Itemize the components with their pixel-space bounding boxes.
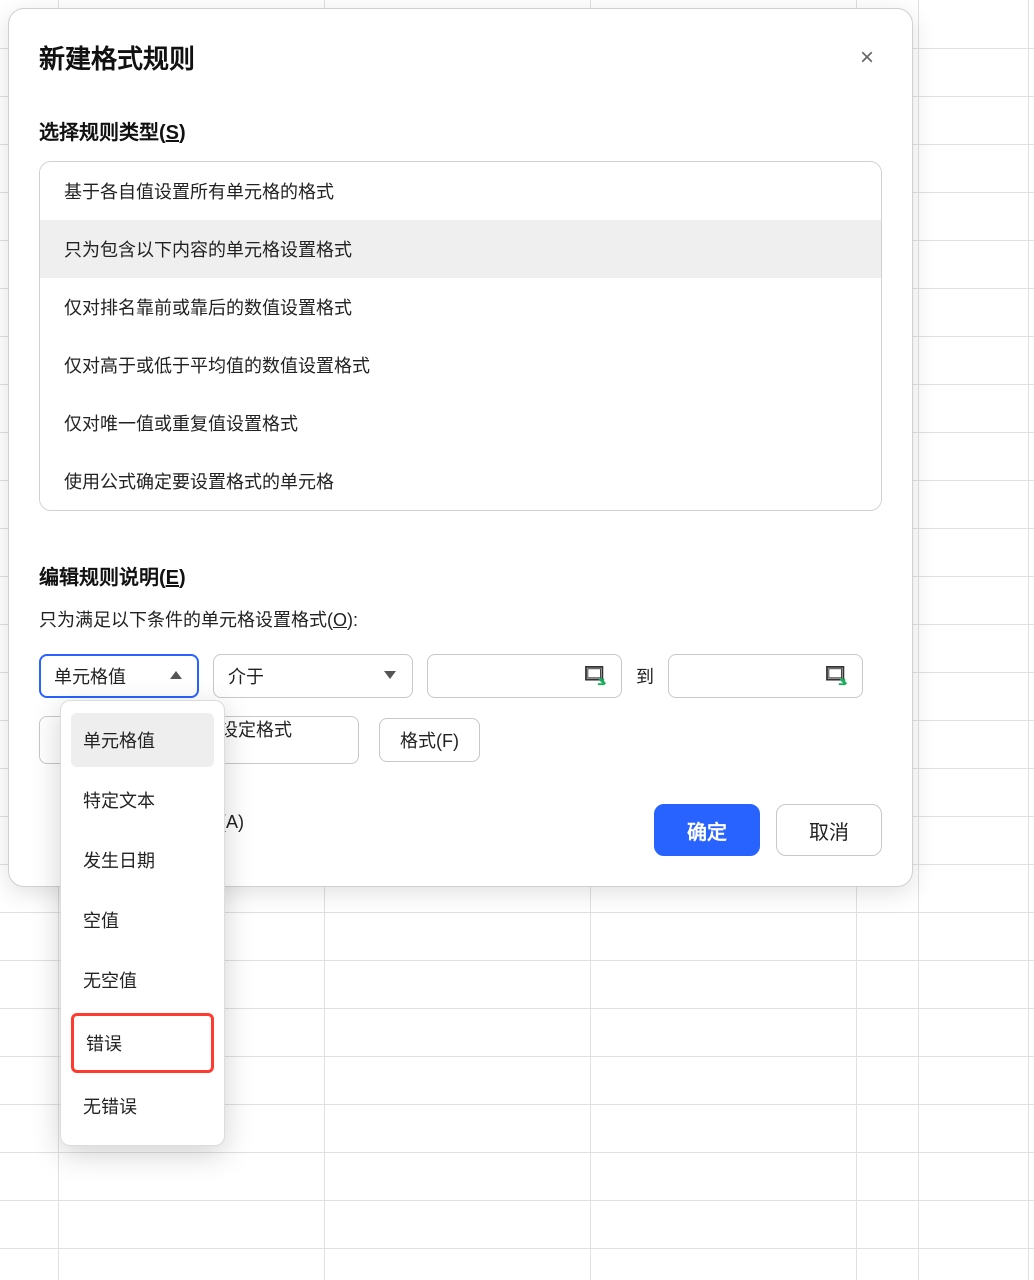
close-icon[interactable]: × — [852, 40, 882, 76]
dropdown-item-not-blank[interactable]: 无空值 — [71, 953, 214, 1007]
condition-label-prefix: 只为满足以下条件的单元格设置格式( — [39, 610, 333, 630]
rule-type-item-3[interactable]: 仅对高于或低于平均值的数值设置格式 — [40, 336, 881, 394]
dropdown-item-date[interactable]: 发生日期 — [71, 833, 214, 887]
rule-desc-label-key: E — [166, 567, 179, 589]
value-to-input[interactable] — [668, 654, 863, 698]
footer-left-text: X — [39, 820, 51, 841]
format-preview-partial-text: 设定格式 — [220, 716, 292, 742]
operator-value: 介于 — [228, 663, 264, 689]
cancel-button[interactable]: 取消 — [776, 804, 882, 856]
rule-type-label-prefix: 选择规则类型( — [39, 122, 166, 144]
condition-label-suffix: ): — [347, 610, 358, 630]
dialog-title: 新建格式规则 — [39, 39, 195, 76]
condition-label-key: O — [333, 610, 347, 630]
condition-type-value: 单元格值 — [54, 663, 126, 689]
format-button[interactable]: 格式(F) — [379, 718, 480, 762]
dropdown-item-specific-text[interactable]: 特定文本 — [71, 773, 214, 827]
rule-type-item-5[interactable]: 使用公式确定要设置格式的单元格 — [40, 452, 881, 510]
between-label: 到 — [636, 663, 654, 689]
condition-type-select[interactable]: 单元格值 — [39, 654, 199, 698]
rule-type-item-0[interactable]: 基于各自值设置所有单元格的格式 — [40, 162, 881, 220]
rule-desc-label-prefix: 编辑规则说明( — [39, 567, 166, 589]
rule-type-label-key: S — [166, 122, 179, 144]
chevron-down-icon — [384, 671, 398, 681]
range-selector-icon[interactable] — [585, 666, 607, 686]
rule-type-section-label: 选择规则类型(S) — [39, 116, 882, 145]
dropdown-item-no-error[interactable]: 无错误 — [71, 1079, 214, 1133]
rule-desc-section-label: 编辑规则说明(E) — [39, 561, 882, 590]
condition-label: 只为满足以下条件的单元格设置格式(O): — [39, 606, 882, 632]
rule-type-label-suffix: ) — [179, 122, 186, 144]
value-from-input[interactable] — [427, 654, 622, 698]
dropdown-item-cell-value[interactable]: 单元格值 — [71, 713, 214, 767]
operator-select[interactable]: 介于 — [213, 654, 413, 698]
rule-type-item-2[interactable]: 仅对排名靠前或靠后的数值设置格式 — [40, 278, 881, 336]
range-selector-icon[interactable] — [826, 666, 848, 686]
ok-button[interactable]: 确定 — [654, 804, 760, 856]
rule-type-list: 基于各自值设置所有单元格的格式 只为包含以下内容的单元格设置格式 仅对排名靠前或… — [39, 161, 882, 511]
rule-type-item-1[interactable]: 只为包含以下内容的单元格设置格式 — [40, 220, 881, 278]
dropdown-item-blank[interactable]: 空值 — [71, 893, 214, 947]
condition-type-dropdown: 单元格值 特定文本 发生日期 空值 无空值 错误 无错误 — [60, 700, 225, 1146]
rule-desc-label-suffix: ) — [179, 567, 186, 589]
chevron-up-icon — [170, 671, 184, 681]
dropdown-item-error[interactable]: 错误 — [71, 1013, 214, 1073]
rule-type-item-4[interactable]: 仅对唯一值或重复值设置格式 — [40, 394, 881, 452]
